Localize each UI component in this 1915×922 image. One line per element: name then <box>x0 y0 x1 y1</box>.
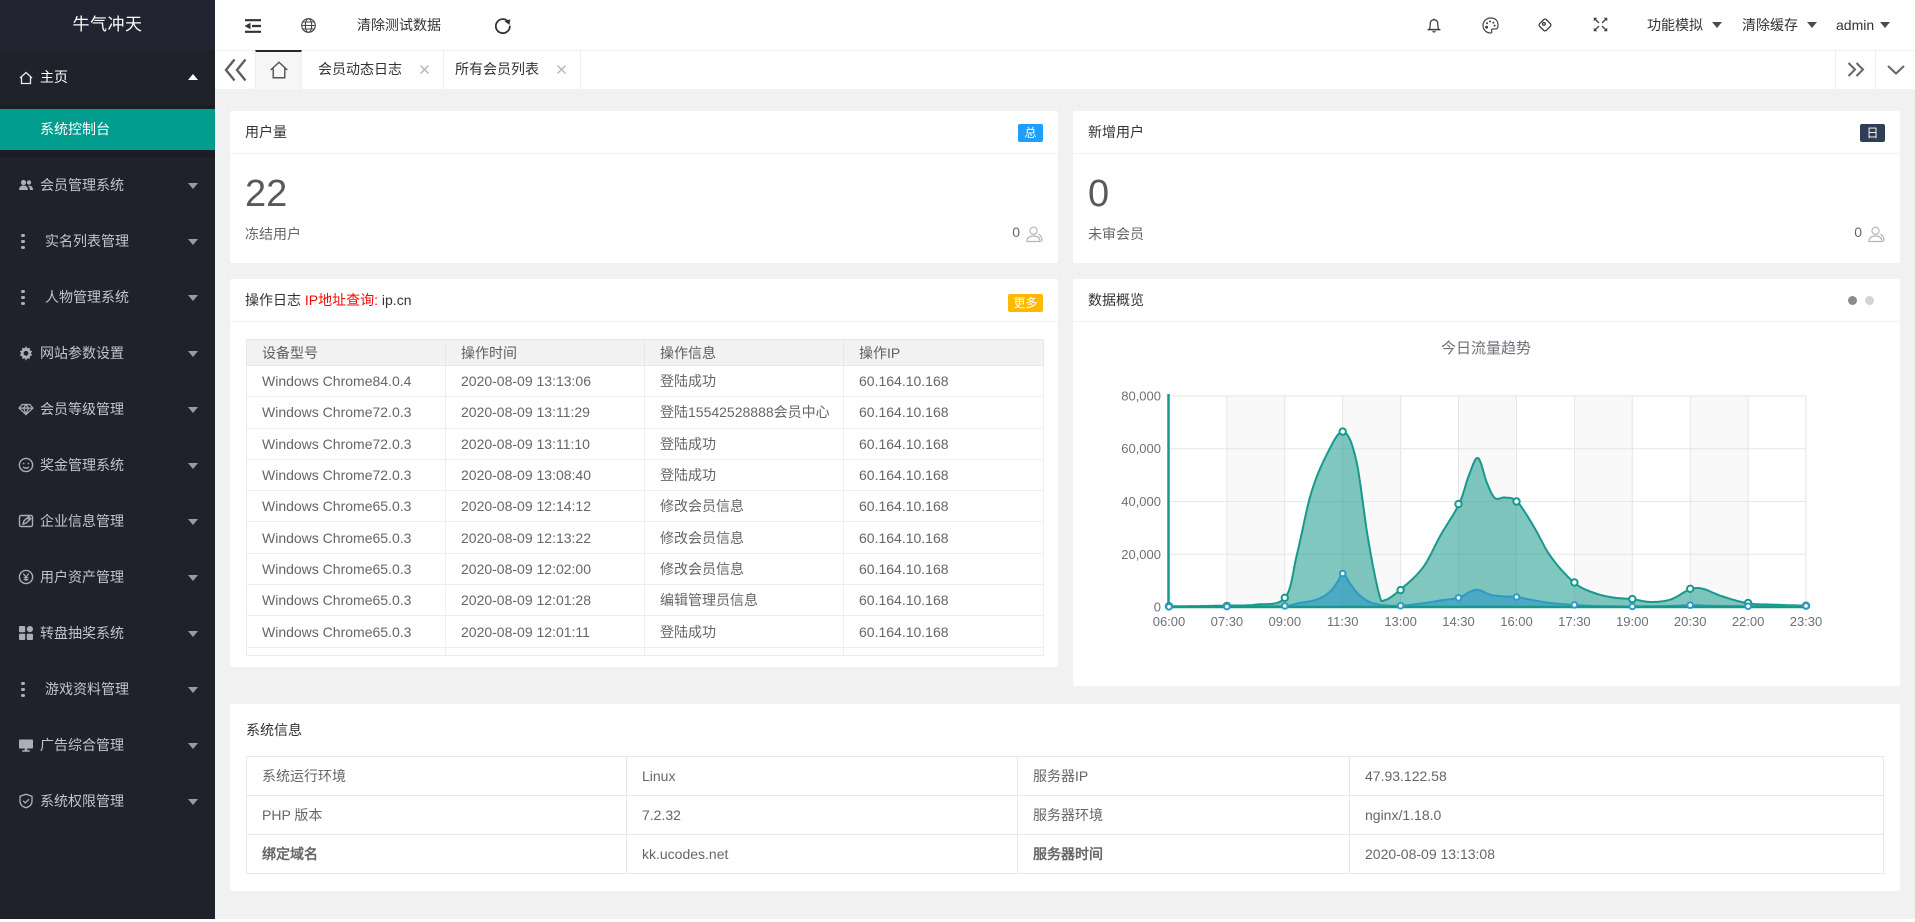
svg-text:19:00: 19:00 <box>1616 614 1649 629</box>
svg-text:80,000: 80,000 <box>1121 389 1161 404</box>
svg-text:20,000: 20,000 <box>1121 547 1161 562</box>
svg-text:16:00: 16:00 <box>1500 614 1533 629</box>
svg-text:17:30: 17:30 <box>1558 614 1591 629</box>
svg-text:22:00: 22:00 <box>1732 614 1765 629</box>
svg-text:0: 0 <box>1154 600 1161 615</box>
svg-text:20:30: 20:30 <box>1674 614 1707 629</box>
svg-text:今日流量趋势: 今日流量趋势 <box>1441 340 1531 357</box>
svg-text:09:00: 09:00 <box>1269 614 1302 629</box>
svg-text:60,000: 60,000 <box>1121 441 1161 456</box>
svg-text:14:30: 14:30 <box>1442 614 1475 629</box>
svg-text:07:30: 07:30 <box>1211 614 1244 629</box>
svg-text:13:00: 13:00 <box>1384 614 1417 629</box>
svg-text:40,000: 40,000 <box>1121 494 1161 509</box>
svg-text:23:30: 23:30 <box>1790 614 1823 629</box>
svg-text:06:00: 06:00 <box>1153 614 1186 629</box>
svg-text:11:30: 11:30 <box>1327 614 1359 629</box>
